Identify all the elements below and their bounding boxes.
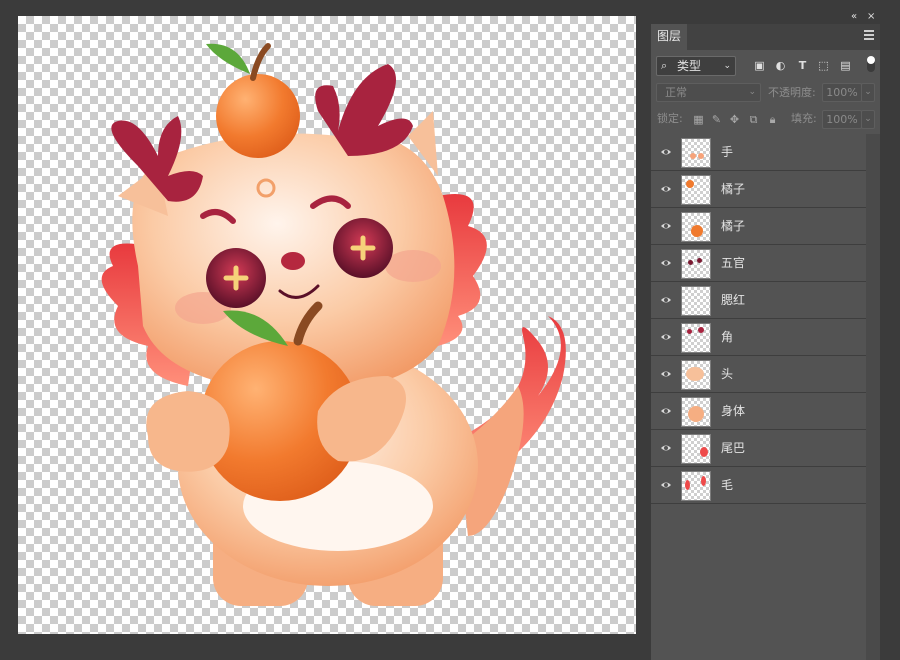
lock-position-icon[interactable]: ✥ xyxy=(729,114,740,125)
blend-mode-select[interactable]: 正常 ⌄ xyxy=(656,83,761,102)
layer-name[interactable]: 尾巴 xyxy=(721,430,745,466)
layer-name[interactable]: 毛 xyxy=(721,467,733,503)
layer-thumbnail[interactable] xyxy=(681,249,711,279)
filter-type-value: 类型 xyxy=(677,59,702,73)
layer-name[interactable]: 橘子 xyxy=(721,171,745,207)
layer-row[interactable]: 五官 xyxy=(651,245,866,282)
layer-thumbnail[interactable] xyxy=(681,175,711,205)
layer-name[interactable]: 角 xyxy=(721,319,733,355)
layer-row[interactable]: 角 xyxy=(651,319,866,356)
collapse-panel-button[interactable]: « xyxy=(851,10,857,24)
layers-scrollbar[interactable] xyxy=(866,134,880,660)
layer-name[interactable]: 手 xyxy=(721,134,733,170)
smart-object-filter-icon[interactable]: ▤ xyxy=(840,60,851,71)
shape-filter-icon[interactable]: ⬚ xyxy=(818,60,829,71)
lock-image-pixels-icon[interactable]: ✎ xyxy=(711,114,722,125)
opacity-field[interactable]: 100% xyxy=(822,83,862,102)
image-filter-icon[interactable]: ▣ xyxy=(754,60,765,71)
visibility-eye-icon[interactable] xyxy=(660,368,672,380)
visibility-eye-icon[interactable] xyxy=(660,294,672,306)
layer-row[interactable]: 腮红 xyxy=(651,282,866,319)
opacity-label: 不透明度: xyxy=(768,86,816,99)
filter-toggle-switch[interactable] xyxy=(867,56,875,72)
layer-thumbnail[interactable] xyxy=(681,360,711,390)
visibility-eye-icon[interactable] xyxy=(660,331,672,343)
layer-name[interactable]: 橘子 xyxy=(721,208,745,244)
lock-transparent-pixels-icon[interactable]: ▦ xyxy=(693,114,704,125)
fill-label: 填充: xyxy=(791,112,817,125)
search-icon: ⌕ xyxy=(661,59,668,72)
type-filter-icon[interactable]: T xyxy=(797,60,808,71)
layer-thumbnail[interactable] xyxy=(681,212,711,242)
layer-name[interactable]: 身体 xyxy=(721,393,745,429)
document-canvas[interactable] xyxy=(18,16,636,634)
layer-row[interactable]: 毛 xyxy=(651,467,866,504)
fill-chevron-icon[interactable]: ⌄ xyxy=(861,110,875,129)
fill-field[interactable]: 100% xyxy=(822,110,862,129)
layer-thumbnail[interactable] xyxy=(681,138,711,168)
layer-name[interactable]: 五官 xyxy=(721,245,745,281)
chevron-down-icon: ⌄ xyxy=(748,87,756,97)
layer-name[interactable]: 头 xyxy=(721,356,733,392)
layers-panel: « × 图层 ⌕ 类型 ⌄ ▣ ◐ T ⬚ ▤ 正常 ⌄ 不透明度: 100% … xyxy=(651,10,880,660)
panel-topbar: « × xyxy=(651,10,880,24)
layer-row[interactable]: 头 xyxy=(651,356,866,393)
lock-artboard-icon[interactable]: ⧉ xyxy=(748,114,759,125)
chevron-down-icon: ⌄ xyxy=(723,61,731,71)
close-panel-button[interactable]: × xyxy=(867,10,875,24)
visibility-eye-icon[interactable] xyxy=(660,183,672,195)
layers-list: 手橘子 橘子 五官 腮红角头身体 尾巴毛 xyxy=(651,134,866,504)
layer-row[interactable]: 尾巴 xyxy=(651,430,866,467)
layer-row[interactable]: 橘子 xyxy=(651,171,866,208)
tab-layers[interactable]: 图层 xyxy=(651,24,687,50)
visibility-eye-icon[interactable] xyxy=(660,146,672,158)
layer-thumbnail[interactable] xyxy=(681,286,711,316)
layer-thumbnail[interactable] xyxy=(681,434,711,464)
lock-all-icon[interactable]: 🔒︎ xyxy=(767,114,778,125)
panel-tab-row: 图层 xyxy=(651,24,880,50)
lock-label: 锁定: xyxy=(657,112,683,125)
panel-menu-icon[interactable] xyxy=(864,30,874,40)
layer-filter-select[interactable]: ⌕ 类型 ⌄ xyxy=(656,56,736,76)
layer-thumbnail[interactable] xyxy=(681,471,711,501)
visibility-eye-icon[interactable] xyxy=(660,405,672,417)
layer-name[interactable]: 腮红 xyxy=(721,282,745,318)
opacity-chevron-icon[interactable]: ⌄ xyxy=(861,83,875,102)
layer-row[interactable]: 橘子 xyxy=(651,208,866,245)
layer-row[interactable]: 手 xyxy=(651,134,866,171)
dragon-illustration xyxy=(101,43,566,606)
visibility-eye-icon[interactable] xyxy=(660,220,672,232)
adjustment-filter-icon[interactable]: ◐ xyxy=(775,60,786,71)
layer-thumbnail[interactable] xyxy=(681,323,711,353)
layer-row[interactable]: 身体 xyxy=(651,393,866,430)
blend-mode-value: 正常 xyxy=(665,86,687,99)
visibility-eye-icon[interactable] xyxy=(660,479,672,491)
visibility-eye-icon[interactable] xyxy=(660,257,672,269)
layer-thumbnail[interactable] xyxy=(681,397,711,427)
visibility-eye-icon[interactable] xyxy=(660,442,672,454)
